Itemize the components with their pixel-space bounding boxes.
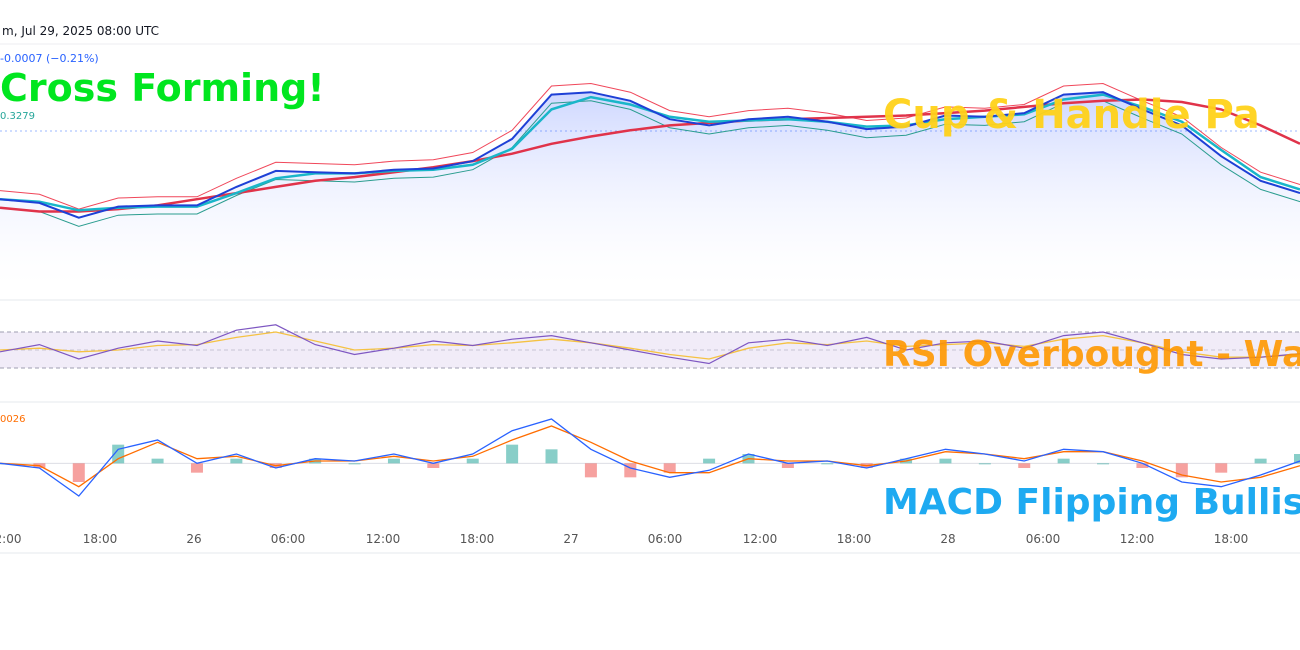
macd-histogram-bar bbox=[584, 463, 597, 478]
macd-histogram-bar bbox=[545, 449, 558, 464]
chart-title: m, Jul 29, 2025 08:00 UTC bbox=[2, 24, 160, 38]
macd-histogram-bar bbox=[821, 463, 834, 465]
x-tick-label: 18:00 bbox=[1213, 532, 1249, 546]
macd-histogram-bar bbox=[387, 458, 400, 464]
macd-histogram-bar bbox=[1215, 463, 1228, 473]
macd-histogram-bar bbox=[703, 458, 716, 464]
rsi-annotation: RSI Overbought - Wa bbox=[883, 334, 1300, 375]
macd-histogram-bar bbox=[466, 458, 479, 464]
chart-header: m, Jul 29, 2025 08:00 UTC bbox=[0, 20, 1300, 42]
x-tick-label: 28 bbox=[940, 532, 956, 546]
macd-histogram-bar bbox=[1018, 463, 1031, 468]
macd-histogram-bar bbox=[978, 463, 991, 465]
x-tick-label: 12:00 bbox=[1119, 532, 1155, 546]
x-tick-label: 18:00 bbox=[82, 532, 118, 546]
level-label: 0.3279 bbox=[0, 111, 35, 122]
macd-histogram-bar bbox=[506, 444, 519, 464]
macd-histogram-bar bbox=[1057, 458, 1070, 464]
macd-annotation: MACD Flipping Bullis bbox=[883, 482, 1300, 523]
macd-histogram-bar bbox=[72, 463, 85, 482]
price-change: -0.0007 (−0.21%) bbox=[0, 52, 99, 65]
macd-histogram-bar bbox=[939, 458, 952, 464]
x-tick-label: 06:00 bbox=[647, 532, 683, 546]
macd-histogram-bar bbox=[190, 463, 203, 473]
x-tick-label: 12:00 bbox=[365, 532, 401, 546]
x-tick-label: 12:00 bbox=[742, 532, 778, 546]
x-tick-label: 2:00 bbox=[0, 532, 22, 546]
macd-value: 0026 bbox=[0, 414, 26, 425]
x-tick-label: 27 bbox=[563, 532, 579, 546]
macd-histogram-bar bbox=[781, 463, 794, 468]
x-tick-label: 18:00 bbox=[459, 532, 495, 546]
x-tick-label: 18:00 bbox=[836, 532, 872, 546]
x-tick-label: 26 bbox=[186, 532, 202, 546]
macd-signal-line bbox=[0, 425, 1300, 488]
golden-cross-annotation: Cross Forming! bbox=[0, 66, 325, 110]
x-tick-label: 06:00 bbox=[1025, 532, 1061, 546]
macd-histogram-bar bbox=[427, 463, 440, 468]
macd-histogram-bar bbox=[1254, 458, 1267, 464]
macd-histogram-bar bbox=[1097, 463, 1110, 465]
macd-histogram-bar bbox=[230, 458, 243, 464]
x-tick-label: 06:00 bbox=[270, 532, 306, 546]
macd-histogram-bar bbox=[151, 458, 164, 464]
cup-handle-annotation: Cup & Handle Pa bbox=[883, 92, 1260, 138]
macd-histogram-bar bbox=[348, 463, 361, 465]
